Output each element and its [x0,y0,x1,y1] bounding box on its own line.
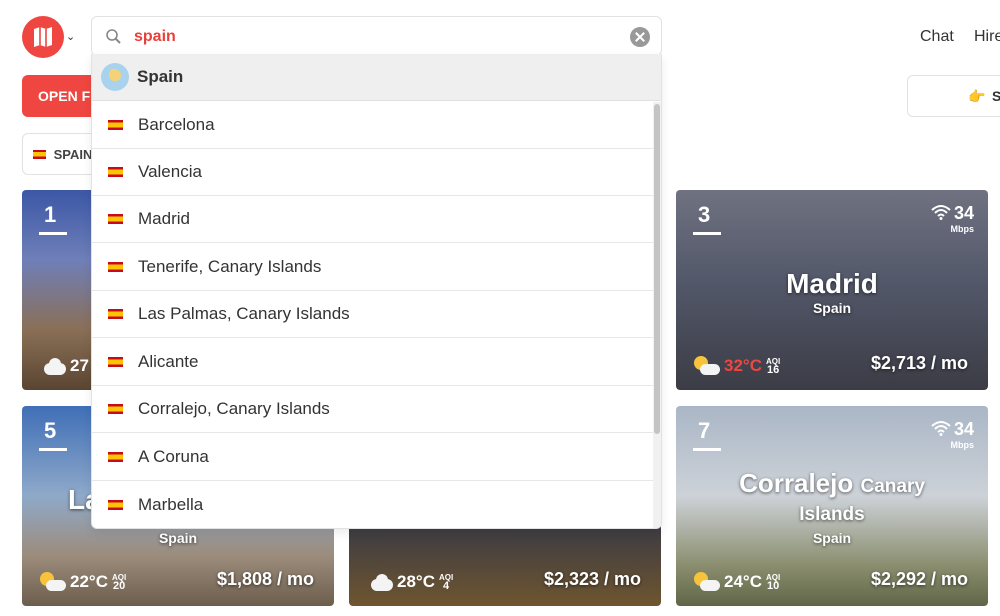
city-rank: 1 [38,202,68,235]
city-name: Corralejo Canary [676,468,988,499]
globe-icon [101,63,129,91]
wifi-speed: 34 [953,419,974,439]
cost-of-living: $2,292 / mo [870,569,968,589]
wifi-icon [931,421,951,436]
cloud-icon [367,573,393,591]
suggestion-label: Corralejo, Canary Islands [138,399,330,418]
spain-flag-icon [33,150,46,159]
aqi-value: 10 [766,580,780,592]
suggestion-label: Tenerife, Canary Islands [138,257,322,276]
suggestion-item[interactable]: A Coruna [92,434,654,481]
weather-info: 27 [40,356,89,376]
country-name: Spain [812,300,852,316]
city-rank: 5 [38,418,68,451]
country-name: Spain [158,530,198,546]
logo-button[interactable] [22,16,64,58]
suggestion-item[interactable]: Barcelona [92,102,654,149]
search-box [91,16,662,56]
city-rank: 3 [692,202,722,235]
temperature: 22°C [70,572,108,591]
spain-flag-icon [108,499,123,510]
wifi-unit: Mbps [950,440,975,450]
suggestion-label: Alicante [138,352,199,371]
spain-flag-icon [108,309,123,319]
city-name: Madrid [786,268,878,299]
city-name-main: Corralejo [739,468,854,498]
wifi-unit: Mbps [950,224,975,234]
suggestion-item[interactable]: Corralejo, Canary Islands [92,386,654,433]
spain-flag-icon [108,357,123,367]
chevron-down-icon[interactable]: ⌄ [66,30,75,43]
suggestion-label: Spain [137,67,184,86]
temperature: 27 [70,356,89,375]
nav-hire-link[interactable]: Hire [974,28,1000,46]
search-input[interactable] [134,25,614,49]
aqi-badge: AQI 20 [112,573,126,592]
aqi-value: 4 [443,580,450,592]
dropdown-scrollbar[interactable] [653,102,661,528]
spain-flag-icon [108,452,123,462]
cost-of-living: $1,808 / mo [216,569,314,589]
sun-cloud-icon [694,572,720,592]
temperature: 28°C [397,572,435,591]
city-name-suffix: Canary [860,476,925,497]
nav-chat-link[interactable]: Chat [920,28,954,46]
cloud-icon [40,357,66,375]
spain-flag-icon [108,167,123,177]
sun-cloud-icon [40,572,66,592]
spain-flag-icon [108,404,123,414]
sun-cloud-icon [694,356,720,376]
temperature: 32°C [724,356,762,375]
suggestion-item[interactable]: Madrid [92,196,654,243]
city-card[interactable]: 7 34 Mbps Corralejo Canary Islands Spain… [676,406,988,606]
pointing-hand-icon: 👉 [968,88,986,104]
country-name: Spain [812,530,852,546]
suggestion-item[interactable]: Valencia [92,149,654,196]
country-chip-label: SPAIN [53,147,93,162]
cost-of-living: $2,323 / mo [543,569,641,589]
suggestion-label: Las Palmas, Canary Islands [138,304,350,323]
suggestion-label: Valencia [138,162,202,181]
suggestion-country-spain[interactable]: Spain [92,54,661,101]
aqi-badge: AQI 4 [439,573,453,592]
wifi-icon [931,205,951,220]
internet-speed: 34 Mbps [931,203,974,234]
wifi-speed: 34 [953,203,974,223]
spain-flag-icon [108,214,123,224]
aqi-value: 16 [766,364,780,376]
temperature: 24°C [724,572,762,591]
map-logo-icon [34,27,52,47]
suggestion-label: A Coruna [138,447,209,466]
sort-button[interactable]: 👉 S [907,75,1000,117]
suggestion-label: Barcelona [138,115,215,134]
weather-info: 24°C AQI 10 [694,572,780,592]
spain-flag-icon [108,262,123,272]
city-name-line2: Islands [799,504,865,525]
city-rank: 7 [692,418,722,451]
aqi-badge: AQI 16 [766,357,780,376]
cost-of-living: $2,713 / mo [870,353,968,373]
city-card[interactable]: 3 34 Mbps Madrid Spain 32°C AQI 16 $2,713… [676,190,988,390]
aqi-badge: AQI 10 [766,573,780,592]
spain-flag-icon [108,120,123,130]
suggestion-item[interactable]: Marbella [92,481,654,528]
suggestion-label: Marbella [138,494,204,514]
aqi-value: 20 [112,580,126,592]
suggestion-item[interactable]: Las Palmas, Canary Islands [92,291,654,338]
weather-info: 32°C AQI 16 [694,356,780,376]
suggestion-item[interactable]: Alicante [92,339,654,386]
scrollbar-thumb[interactable] [654,104,660,434]
search-icon [106,29,121,44]
sort-button-label: S [992,88,1000,104]
search-suggestions-dropdown: Spain Barcelona Valencia Madrid Tenerife… [91,54,662,529]
suggestion-label: Madrid [138,209,190,228]
weather-info: 22°C AQI 20 [40,572,126,592]
clear-search-icon[interactable] [630,27,650,47]
weather-info: 28°C AQI 4 [367,572,453,592]
internet-speed: 34 Mbps [931,419,974,450]
suggestion-item[interactable]: Tenerife, Canary Islands [92,244,654,291]
